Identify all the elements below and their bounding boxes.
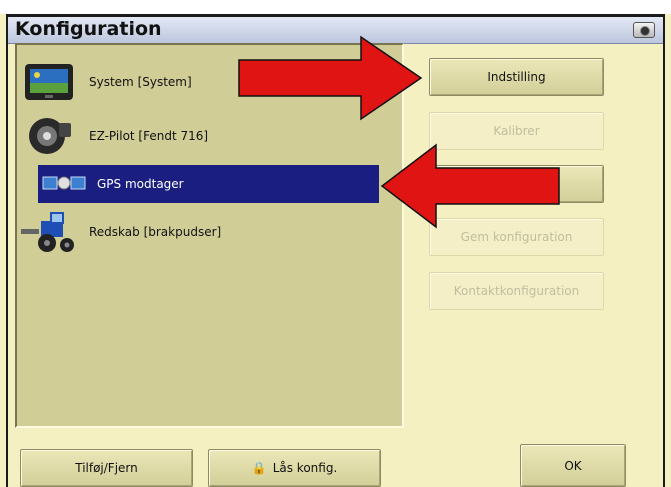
ok-button[interactable]: OK [520, 444, 626, 487]
tractor-icon [21, 212, 74, 252]
tree-item-gps-receiver[interactable]: GPS modtager [38, 165, 379, 203]
steering-motor-icon [29, 118, 71, 154]
contact-config-button[interactable]: Kontaktkonfiguration [429, 272, 604, 310]
display-terminal-icon [25, 64, 73, 100]
lock-icon: 🔒 [251, 461, 267, 475]
tree-item-label: EZ-Pilot [Fendt 716] [89, 129, 209, 143]
camera-icon[interactable] [633, 22, 655, 38]
callout-arrow-left-icon [380, 143, 560, 229]
lock-config-button[interactable]: 🔒 Lås konfig. [208, 449, 381, 487]
tree-item-label: System [System] [89, 75, 192, 89]
top-margin [0, 0, 671, 14]
tree-item-implement[interactable]: Redskab [brakpudser] [19, 211, 379, 253]
lock-config-label: Lås konfig. [272, 461, 338, 475]
satellite-icon [42, 176, 86, 190]
window-title: Konfiguration [15, 18, 162, 40]
tree-item-label: GPS modtager [97, 177, 184, 191]
setup-button[interactable]: Indstilling [429, 58, 604, 96]
tree-item-label: Redskab [brakpudser] [89, 225, 222, 239]
add-remove-button[interactable]: Tilføj/Fjern [20, 449, 193, 487]
callout-arrow-right-icon [238, 35, 423, 121]
